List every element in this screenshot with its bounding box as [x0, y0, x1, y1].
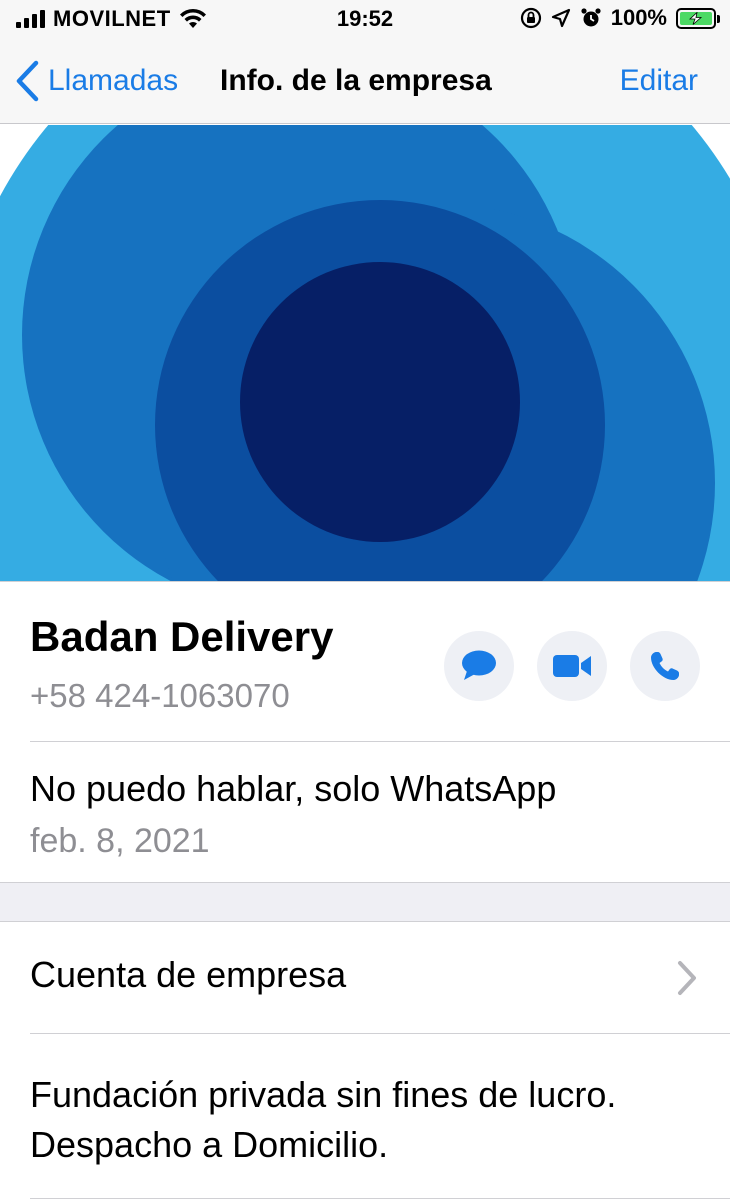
chevron-left-icon — [16, 60, 39, 102]
battery-charging-icon — [676, 7, 720, 29]
section-separator — [0, 882, 730, 922]
business-account-label: Cuenta de empresa — [30, 954, 347, 995]
alarm-icon — [581, 8, 601, 27]
contact-header: Badan Delivery +58 424-1063070 — [0, 583, 730, 741]
contact-name: Badan Delivery — [30, 613, 334, 660]
divider — [30, 1198, 730, 1199]
chevron-right-icon — [678, 961, 696, 995]
phone-icon — [651, 652, 679, 680]
back-button[interactable]: Llamadas — [14, 60, 178, 102]
back-label: Llamadas — [48, 64, 179, 97]
video-call-button[interactable] — [537, 631, 607, 701]
call-button[interactable] — [630, 631, 700, 701]
about-text: No puedo hablar, solo WhatsApp — [30, 768, 557, 809]
profile-photo[interactable] — [0, 125, 730, 582]
orientation-lock-icon — [520, 7, 541, 29]
business-description: Fundación privada sin fines de lucro. De… — [0, 1034, 730, 1200]
contact-phone[interactable]: +58 424-1063070 — [30, 677, 290, 715]
status-right: 100% — [520, 5, 720, 31]
profile-logo — [0, 125, 730, 581]
message-button[interactable] — [444, 631, 514, 701]
location-icon — [551, 8, 570, 28]
navigation-bar: Llamadas Info. de la empresa Editar — [0, 40, 730, 124]
page-title: Info. de la empresa — [220, 64, 492, 97]
about-date: feb. 8, 2021 — [30, 822, 210, 860]
battery-percent: 100% — [610, 5, 667, 30]
business-description-text: Fundación privada sin fines de lucro. De… — [30, 1074, 617, 1165]
edit-button[interactable]: Editar — [620, 64, 698, 98]
about-section: No puedo hablar, solo WhatsApp feb. 8, 2… — [0, 742, 730, 882]
business-account-row[interactable]: Cuenta de empresa — [0, 922, 730, 1033]
message-icon — [462, 650, 496, 680]
video-call-icon — [553, 655, 591, 677]
status-bar: MOVILNET 19:52 100% — [0, 0, 730, 40]
